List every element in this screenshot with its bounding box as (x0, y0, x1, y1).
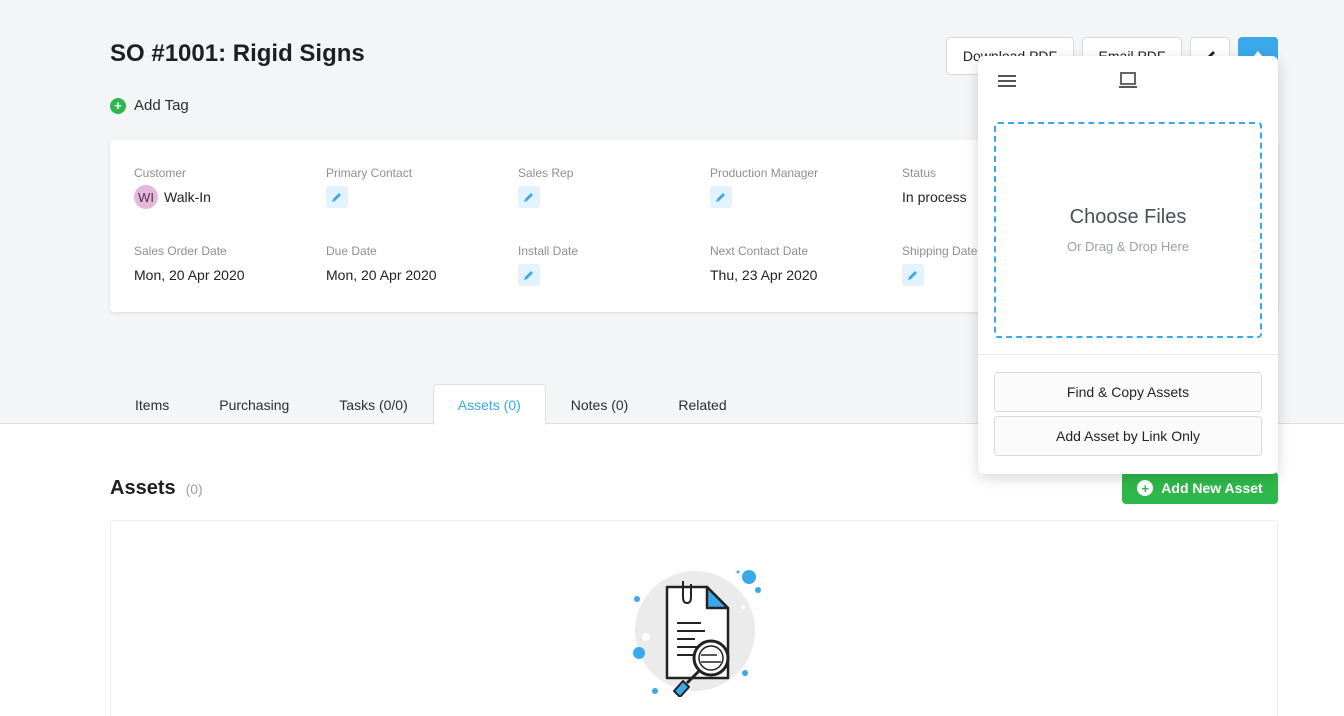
plus-circle-icon: + (110, 97, 126, 114)
install-date-field: Install Date (518, 244, 578, 286)
popover-divider (978, 354, 1278, 355)
hamburger-menu-icon[interactable] (998, 74, 1016, 88)
customer-field: Customer WI Walk-In (134, 166, 211, 209)
tab-notes[interactable]: Notes (0) (546, 384, 654, 424)
add-asset-by-link-button[interactable]: Add Asset by Link Only (994, 416, 1262, 456)
add-new-asset-button[interactable]: + Add New Asset (1122, 472, 1278, 504)
file-dropzone[interactable]: Choose Files Or Drag & Drop Here (994, 122, 1262, 338)
status-value[interactable]: In process (902, 186, 967, 208)
production-manager-field: Production Manager (710, 166, 818, 208)
sales-rep-field: Sales Rep (518, 166, 573, 208)
customer-value[interactable]: WI Walk-In (134, 185, 211, 209)
shipping-date-label: Shipping Date (902, 244, 978, 258)
tab-assets[interactable]: Assets (0) (432, 384, 546, 425)
pencil-icon[interactable] (710, 186, 732, 208)
production-manager-label: Production Manager (710, 166, 819, 180)
avatar: WI (134, 185, 158, 209)
next-contact-date-value[interactable]: Thu, 23 Apr 2020 (710, 264, 817, 286)
page-title: SO #1001: Rigid Signs (110, 40, 365, 67)
add-tag-button[interactable]: + Add Tag (110, 97, 189, 114)
tab-related[interactable]: Related (653, 384, 751, 424)
shipping-date-field: Shipping Date (902, 244, 977, 286)
tab-purchasing[interactable]: Purchasing (194, 384, 314, 424)
next-contact-date-field: Next Contact Date Thu, 23 Apr 2020 (710, 244, 817, 286)
status-field: Status In process (902, 166, 967, 208)
sales-order-date-field: Sales Order Date Mon, 20 Apr 2020 (134, 244, 245, 286)
sales-rep-label: Sales Rep (518, 166, 574, 180)
sales-order-date-value[interactable]: Mon, 20 Apr 2020 (134, 264, 245, 286)
due-date-value[interactable]: Mon, 20 Apr 2020 (326, 264, 437, 286)
assets-title: Assets (110, 477, 176, 499)
primary-contact-label: Primary Contact (326, 166, 413, 180)
due-date-field: Due Date Mon, 20 Apr 2020 (326, 244, 437, 286)
laptop-icon[interactable] (1118, 72, 1138, 90)
assets-panel (110, 520, 1278, 716)
customer-name: Walk-In (164, 189, 211, 205)
tab-tasks[interactable]: Tasks (0/0) (314, 384, 432, 424)
drag-drop-hint: Or Drag & Drop Here (1066, 239, 1190, 254)
assets-heading: Assets (0) (110, 477, 203, 500)
due-date-label: Due Date (326, 244, 377, 258)
tab-items[interactable]: Items (110, 384, 194, 424)
primary-contact-field: Primary Contact (326, 166, 412, 208)
plus-circle-icon: + (1137, 480, 1154, 496)
choose-files-label: Choose Files (1069, 206, 1187, 228)
document-search-icon (633, 570, 761, 697)
sales-order-date-label: Sales Order Date (134, 244, 227, 258)
assets-count: (0) (185, 481, 203, 497)
pencil-icon[interactable] (518, 264, 540, 286)
install-date-label: Install Date (518, 244, 579, 258)
pencil-icon[interactable] (326, 186, 348, 208)
status-label: Status (902, 166, 937, 180)
next-contact-date-label: Next Contact Date (710, 244, 809, 258)
pencil-icon[interactable] (518, 186, 540, 208)
find-copy-assets-button[interactable]: Find & Copy Assets (994, 372, 1262, 412)
customer-label: Customer (134, 166, 187, 180)
tab-bar: Items Purchasing Tasks (0/0) Assets (0) … (110, 384, 752, 425)
add-tag-label: Add Tag (134, 97, 189, 114)
upload-popover: Choose Files Or Drag & Drop Here Find & … (978, 56, 1278, 474)
pencil-icon[interactable] (902, 264, 924, 286)
upload-source-tabs (978, 56, 1278, 110)
add-new-asset-label: Add New Asset (1161, 480, 1263, 496)
